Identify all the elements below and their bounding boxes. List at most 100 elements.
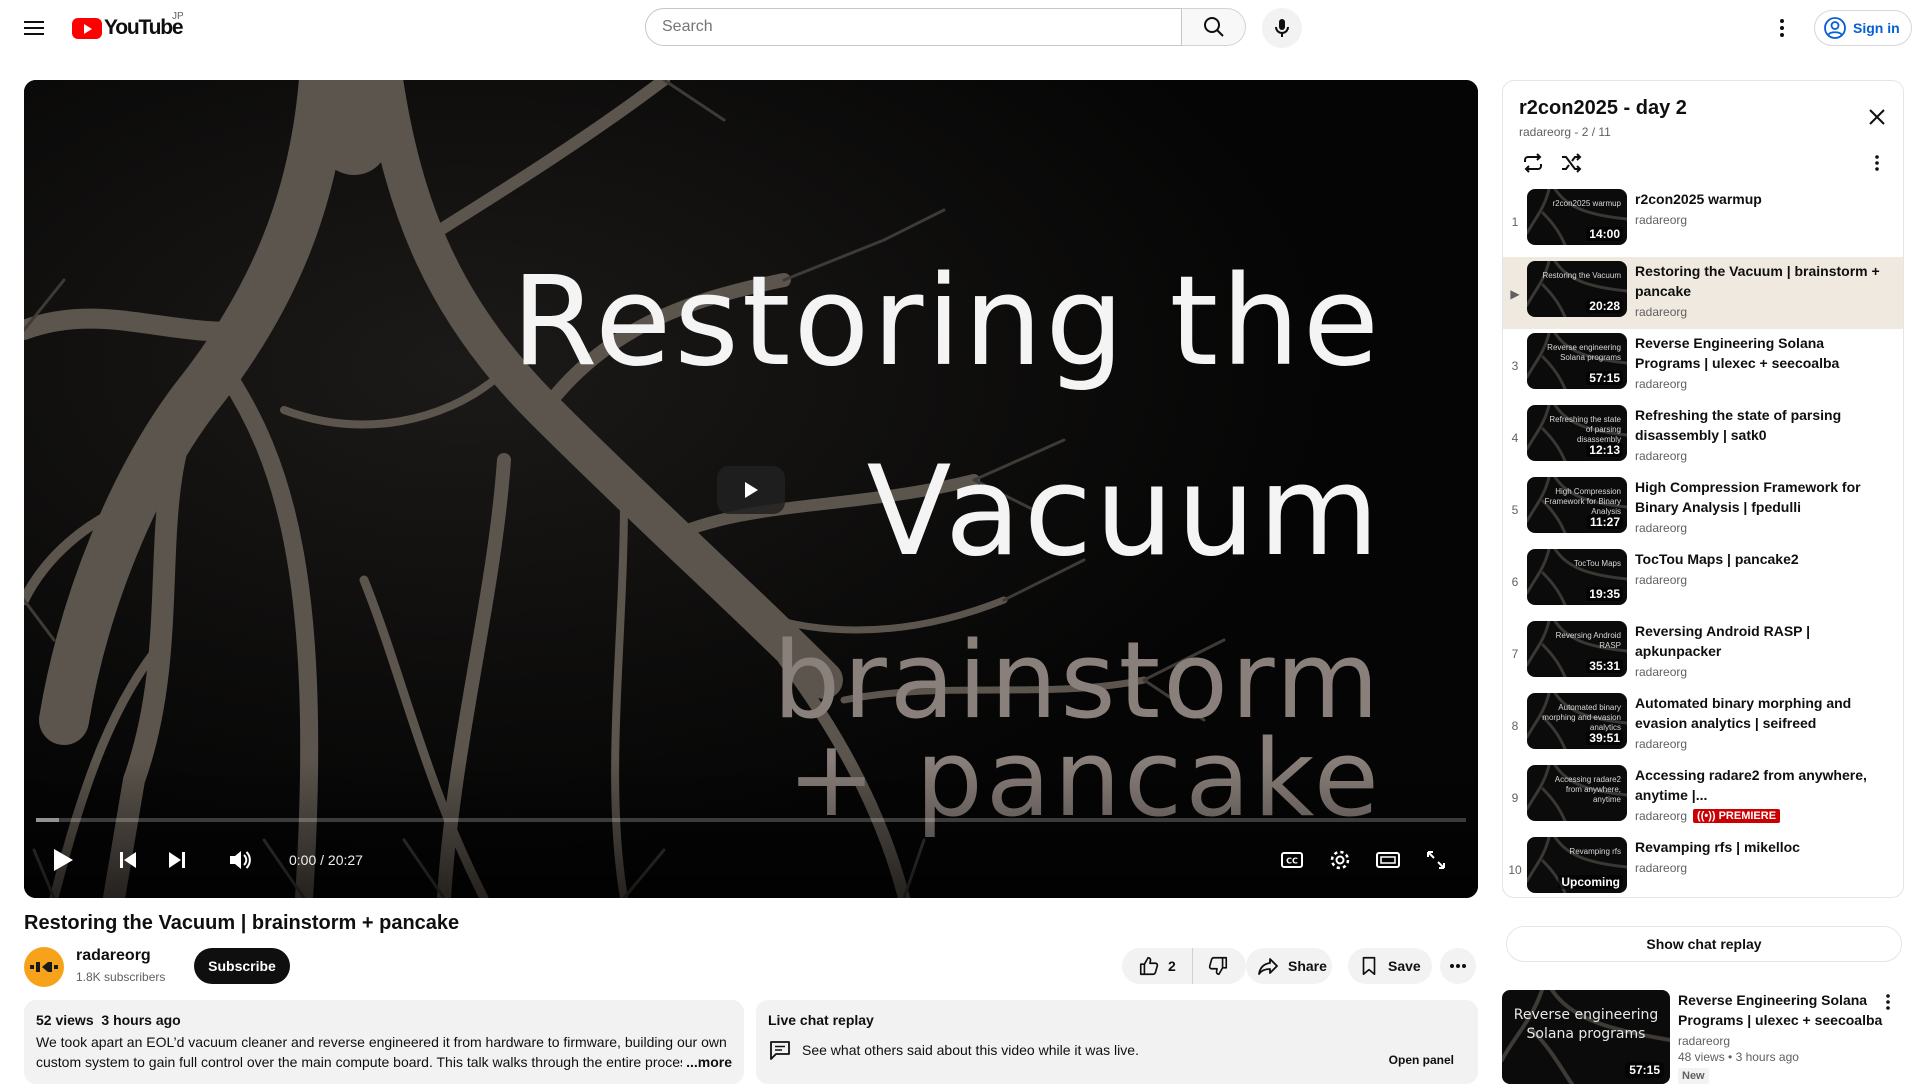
- playlist-item-duration: 20:28: [1586, 299, 1623, 313]
- dislike-button[interactable]: [1193, 948, 1243, 984]
- playlist-item[interactable]: 9 Accessing radare2 from anywhere, anytim…: [1503, 761, 1903, 833]
- like-button[interactable]: 2: [1122, 948, 1193, 984]
- playlist-panel: r2con2025 - day 2 radareorg - 2 / 11 1 r2…: [1502, 80, 1904, 898]
- playlist-item-thumbnail-text: Revamping rfs: [1569, 847, 1621, 856]
- theater-mode-button[interactable]: [1368, 836, 1408, 884]
- show-chat-replay-button[interactable]: Show chat replay: [1506, 926, 1902, 962]
- youtube-logo[interactable]: YouTube JP: [72, 11, 184, 40]
- playlist-item-thumbnail-text: r2con2025 warmup: [1552, 199, 1621, 208]
- previous-button[interactable]: [108, 836, 148, 884]
- meta-separator: •: [1724, 1050, 1736, 1064]
- center-play-button[interactable]: [717, 466, 785, 514]
- playlist-item-channel-row: radareorg: [1635, 573, 1885, 587]
- share-button[interactable]: Share: [1246, 948, 1332, 984]
- playlist-item[interactable]: 3 Reverse engineering Solana programs 57:1…: [1503, 329, 1903, 401]
- like-dislike-group: 2: [1122, 948, 1246, 984]
- playlist-shuffle-button[interactable]: [1557, 149, 1585, 177]
- channel-name[interactable]: radareorg: [76, 947, 151, 965]
- radare-logo-icon: [30, 962, 58, 972]
- recommended-channel[interactable]: radareorg: [1678, 1034, 1888, 1048]
- upload-age: 3 hours ago: [101, 1012, 181, 1028]
- channel-avatar[interactable]: [24, 947, 64, 987]
- playlist-item[interactable]: 8 Automated binary morphing and evasion a…: [1503, 689, 1903, 761]
- playlist-item[interactable]: 4 Refreshing the state of parsing disasse…: [1503, 401, 1903, 473]
- play-button[interactable]: [42, 836, 82, 884]
- playlist-item-thumbnail-text: Accessing radare2 from anywhere, anytime: [1554, 775, 1621, 804]
- save-button[interactable]: Save: [1348, 948, 1432, 984]
- playlist-item-thumbnail[interactable]: Accessing radare2 from anywhere, anytime: [1527, 765, 1627, 821]
- playlist-item-info: Accessing radare2 from anywhere, anytime…: [1635, 765, 1885, 823]
- settings-button[interactable]: [1320, 836, 1360, 884]
- recommended-more-button[interactable]: [1878, 990, 1898, 1014]
- playlist-item-thumbnail[interactable]: Restoring the Vacuum 20:28: [1527, 261, 1627, 317]
- playlist-item-title: Revamping rfs | mikelloc: [1635, 839, 1800, 855]
- playlist-item-channel-row: radareorg: [1635, 213, 1885, 227]
- playlist-item-thumbnail[interactable]: Reversing Android RASP 35:31: [1527, 621, 1627, 677]
- recommended-thumbnail[interactable]: Reverse engineering Solana programs 57:1…: [1502, 990, 1670, 1084]
- playlist-item[interactable]: 10 Revamping rfs Upcoming Revamping rfs | m…: [1503, 833, 1903, 897]
- save-label: Save: [1388, 958, 1421, 974]
- youtube-logo-icon: [72, 17, 102, 39]
- playlist-item[interactable]: ▶ Restoring the Vacuum 20:28 Restoring the …: [1503, 257, 1903, 329]
- playlist-item-channel-row: radareorg ((•)) PREMIERE: [1635, 809, 1885, 823]
- mute-button[interactable]: [220, 836, 260, 884]
- subscribe-button[interactable]: Subscribe: [194, 948, 290, 984]
- playlist-item-thumbnail[interactable]: Refreshing the state of parsing disassem…: [1527, 405, 1627, 461]
- more-actions-button[interactable]: [1440, 948, 1476, 984]
- description-box[interactable]: 52 views 3 hours ago We took apart an EO…: [24, 1000, 744, 1084]
- playlist-item-thumbnail[interactable]: Reverse engineering Solana programs 57:15: [1527, 333, 1627, 389]
- playlist-item-thumbnail-text: Reverse engineering Solana programs: [1547, 343, 1621, 362]
- playlist-item-thumbnail[interactable]: Automated binary morphing and evasion an…: [1527, 693, 1627, 749]
- playlist-item-index: 8: [1511, 719, 1519, 733]
- playlist-loop-button[interactable]: [1519, 149, 1547, 177]
- sign-in-button[interactable]: Sign in: [1814, 10, 1912, 46]
- svg-text:CC: CC: [1286, 857, 1298, 866]
- playlist-item-title: Reverse Engineering Solana Programs | ul…: [1635, 335, 1840, 371]
- voice-search-button[interactable]: [1262, 8, 1302, 48]
- settings-icon: [1330, 850, 1350, 870]
- playlist-more-button[interactable]: [1865, 151, 1889, 175]
- search-button[interactable]: [1182, 8, 1246, 46]
- progress-bar[interactable]: [36, 818, 1466, 822]
- description-text: We took apart an EOL’d vacuum cleaner an…: [36, 1032, 732, 1072]
- playlist-item-thumbnail[interactable]: High Compression Framework for Binary An…: [1527, 477, 1627, 533]
- open-panel-button[interactable]: Open panel: [1377, 1046, 1466, 1074]
- recommended-age: 3 hours ago: [1735, 1050, 1799, 1064]
- playlist-item-thumbnail[interactable]: TocTou Maps 19:35: [1527, 549, 1627, 605]
- video-player[interactable]: Restoring the Vacuum brainstorm + pancak…: [24, 80, 1478, 898]
- live-chat-title: Live chat replay: [768, 1012, 874, 1028]
- live-chat-replay-box: Live chat replay See what others said ab…: [756, 1000, 1478, 1084]
- playlist-item-title: r2con2025 warmup: [1635, 191, 1762, 207]
- previous-icon: [120, 852, 136, 868]
- playlist-item-index: 10: [1508, 863, 1522, 877]
- more-vert-icon: [1875, 155, 1879, 171]
- settings-menu-button[interactable]: [1770, 16, 1794, 40]
- loop-icon: [1524, 153, 1542, 173]
- playlist-item[interactable]: 7 Reversing Android RASP 35:31 Reversing An…: [1503, 617, 1903, 689]
- playlist-item-thumbnail[interactable]: r2con2025 warmup 14:00: [1527, 189, 1627, 245]
- captions-button[interactable]: CC: [1272, 836, 1312, 884]
- playlist-item-info: Restoring the Vacuum | brainstorm + panc…: [1635, 261, 1885, 319]
- description-more-link[interactable]: ...more: [682, 1052, 732, 1072]
- live-icon: ((•)): [1697, 810, 1719, 822]
- fullscreen-button[interactable]: [1416, 836, 1456, 884]
- menu-icon[interactable]: [22, 16, 46, 40]
- playlist-item-channel-row: radareorg: [1635, 665, 1885, 679]
- theater-icon: [1376, 852, 1400, 868]
- playlist-item-channel-row: radareorg: [1635, 521, 1885, 535]
- playlist-item-thumbnail-text: Refreshing the state of parsing disassem…: [1549, 415, 1621, 444]
- playlist-close-button[interactable]: [1865, 105, 1889, 129]
- playlist-item-thumbnail[interactable]: Revamping rfs Upcoming: [1527, 837, 1627, 893]
- next-button[interactable]: [157, 836, 197, 884]
- search-input[interactable]: [646, 9, 1158, 45]
- thumbnail-title-line-1: Restoring the: [511, 250, 1382, 394]
- playlist-title[interactable]: r2con2025 - day 2: [1519, 97, 1687, 120]
- recommended-title[interactable]: Reverse Engineering Solana Programs | ul…: [1678, 990, 1888, 1030]
- playlist-item-channel-row: radareorg: [1635, 377, 1885, 391]
- recommended-video[interactable]: Reverse engineering Solana programs 57:1…: [1502, 990, 1904, 1084]
- playlist-item[interactable]: 5 High Compression Framework for Binary A…: [1503, 473, 1903, 545]
- playlist-item[interactable]: 6 TocTou Maps 19:35 TocTou Maps | pancake2 r…: [1503, 545, 1903, 617]
- playlist-item-duration: 11:27: [1586, 515, 1623, 529]
- playlist-item[interactable]: 1 r2con2025 warmup 14:00 r2con2025 warmup ra…: [1503, 185, 1903, 257]
- playlist-item-index: 3: [1511, 359, 1519, 373]
